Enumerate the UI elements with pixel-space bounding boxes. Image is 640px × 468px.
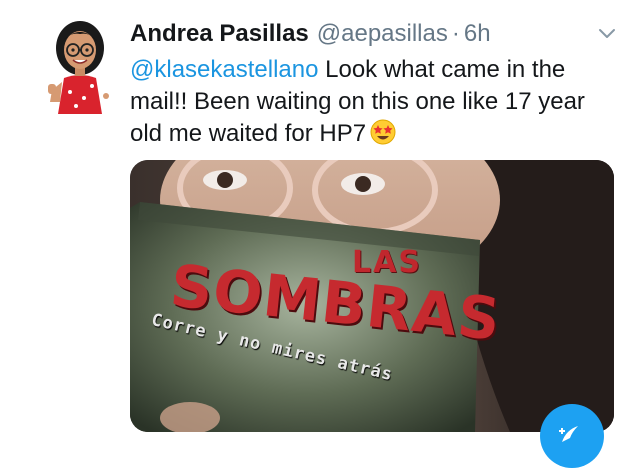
tweet-header: Andrea Pasillas @aepasillas · 6h <box>130 20 620 50</box>
chevron-down-icon[interactable] <box>596 22 618 44</box>
compose-tweet-icon <box>559 426 578 442</box>
tweet-media-image[interactable]: LAS SOMBRAS Corre y no mires atrás <box>130 160 614 432</box>
avatar[interactable] <box>40 12 120 116</box>
timestamp[interactable]: 6h <box>464 20 491 48</box>
star-struck-emoji-icon <box>370 119 396 145</box>
separator-dot: · <box>451 20 460 47</box>
user-handle[interactable]: @aepasillas <box>317 20 448 48</box>
mention-link[interactable]: @klasekastellano <box>130 56 318 83</box>
compose-tweet-button[interactable] <box>540 404 604 468</box>
display-name[interactable]: Andrea Pasillas <box>130 20 309 48</box>
tweet-text: @klasekastellano Look what came in the m… <box>130 54 620 150</box>
